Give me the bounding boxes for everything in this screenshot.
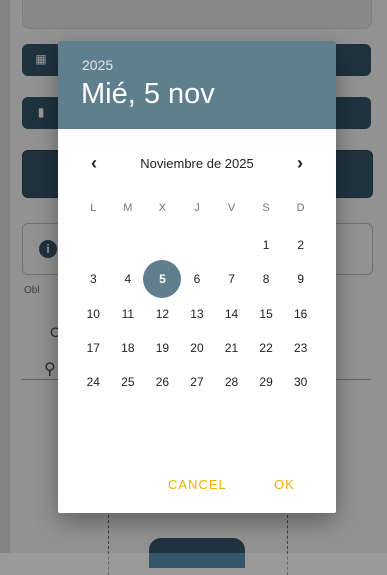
calendar-day[interactable]: 2 (283, 228, 318, 262)
calendar-day[interactable]: 9 (283, 262, 318, 296)
calendar-day[interactable]: 17 (76, 331, 111, 365)
calendar-day-number: 20 (190, 341, 204, 356)
next-month-button[interactable]: › (288, 151, 312, 175)
calendar-day-number: 14 (224, 306, 239, 321)
calendar-day-number: 29 (259, 375, 273, 390)
calendar-day-number: 16 (293, 306, 308, 321)
calendar-day[interactable]: 27 (180, 365, 215, 399)
calendar-day-number: 15 (259, 306, 273, 321)
calendar-day[interactable]: 26 (145, 365, 180, 399)
chevron-right-icon: › (297, 153, 303, 173)
calendar-day[interactable]: 23 (283, 331, 318, 365)
weekday-label: M (123, 202, 133, 214)
calendar-day[interactable]: 22 (249, 331, 284, 365)
calendar-day[interactable]: 25 (111, 365, 146, 399)
calendar-day-number: 3 (89, 272, 97, 287)
calendar-day[interactable]: 12 (145, 297, 180, 331)
weekday-label: V (227, 202, 236, 214)
calendar-day-grid: 1 2 3 4 5 6 7 8 9 10 11 12 13 14 15 16 17 18 19 20 21 22 23 24 2… (76, 228, 318, 399)
calendar-day-number: 13 (190, 306, 204, 321)
calendar-day[interactable]: 18 (111, 331, 146, 365)
calendar-day-number: 25 (121, 375, 135, 390)
calendar-day[interactable]: 15 (249, 297, 284, 331)
calendar-day[interactable]: 24 (76, 365, 111, 399)
month-navigation: ‹ Noviembre de 2025 › (58, 151, 336, 175)
calendar-day[interactable]: 29 (249, 365, 284, 399)
calendar-day-number: 11 (121, 306, 135, 321)
year-selector[interactable]: 2025 (82, 57, 113, 73)
date-picker-header: 2025 Mié, 5 nov (58, 41, 336, 129)
calendar-day[interactable]: 19 (145, 331, 180, 365)
calendar-day-number: 19 (155, 341, 170, 356)
calendar-day-number: 30 (293, 375, 308, 390)
date-picker-dialog: 2025 Mié, 5 nov ‹ Noviembre de 2025 › LM… (58, 41, 336, 513)
weekday-label: L (90, 202, 97, 214)
calendar-day-number: 5 (159, 272, 166, 287)
calendar-day[interactable]: 14 (214, 297, 249, 331)
calendar-empty-cell (214, 228, 249, 262)
calendar-day-number: 10 (86, 306, 100, 321)
calendar-day-number: 12 (155, 306, 170, 321)
calendar-day-number: 1 (262, 238, 270, 253)
calendar-day[interactable]: 11 (111, 297, 146, 331)
calendar-day[interactable]: 7 (214, 262, 249, 296)
calendar-day-number: 4 (124, 272, 132, 287)
calendar-day[interactable]: 30 (283, 365, 318, 399)
calendar-day-number: 8 (262, 272, 270, 287)
calendar-day-number: 28 (224, 375, 239, 390)
calendar-day-number: 24 (86, 375, 100, 390)
calendar-day-number: 23 (293, 341, 308, 356)
calendar-empty-cell (145, 228, 180, 262)
calendar-day-number: 27 (190, 375, 204, 390)
calendar-day[interactable]: 8 (249, 262, 284, 296)
calendar-day[interactable]: 21 (214, 331, 249, 365)
calendar-day[interactable]: 13 (180, 297, 215, 331)
calendar-day-number: 22 (259, 341, 273, 356)
calendar-day-number: 7 (228, 272, 235, 287)
calendar-day-number: 9 (297, 272, 304, 287)
calendar-day[interactable]: 16 (283, 297, 318, 331)
calendar-day-number: 26 (155, 375, 170, 390)
cancel-button[interactable]: CANCEL (168, 477, 227, 492)
weekday-header-row: LMXJVSD (76, 202, 318, 214)
dialog-actions: CANCEL OK (58, 457, 336, 513)
selected-date-title[interactable]: Mié, 5 nov (81, 78, 215, 111)
calendar-day-number: 21 (224, 341, 239, 356)
calendar-empty-cell (76, 228, 111, 262)
calendar-day[interactable]: 3 (76, 262, 111, 296)
calendar-empty-cell (111, 228, 146, 262)
calendar-empty-cell (180, 228, 215, 262)
calendar-day-selected[interactable]: 5 (145, 262, 180, 296)
calendar-day[interactable]: 10 (76, 297, 111, 331)
weekday-label: S (262, 202, 270, 214)
calendar-day-number: 6 (193, 272, 201, 287)
weekday-label: J (194, 202, 200, 214)
calendar-day-number: 2 (297, 238, 304, 253)
calendar-day[interactable]: 1 (249, 228, 284, 262)
calendar-day-number: 17 (86, 341, 100, 356)
calendar-day[interactable]: 20 (180, 331, 215, 365)
calendar-day[interactable]: 28 (214, 365, 249, 399)
calendar-day-number: 18 (121, 341, 135, 356)
weekday-label: D (296, 202, 305, 214)
weekday-label: X (158, 202, 167, 214)
calendar-day[interactable]: 6 (180, 262, 215, 296)
ok-button[interactable]: OK (274, 477, 295, 492)
calendar-day[interactable]: 4 (111, 262, 146, 296)
